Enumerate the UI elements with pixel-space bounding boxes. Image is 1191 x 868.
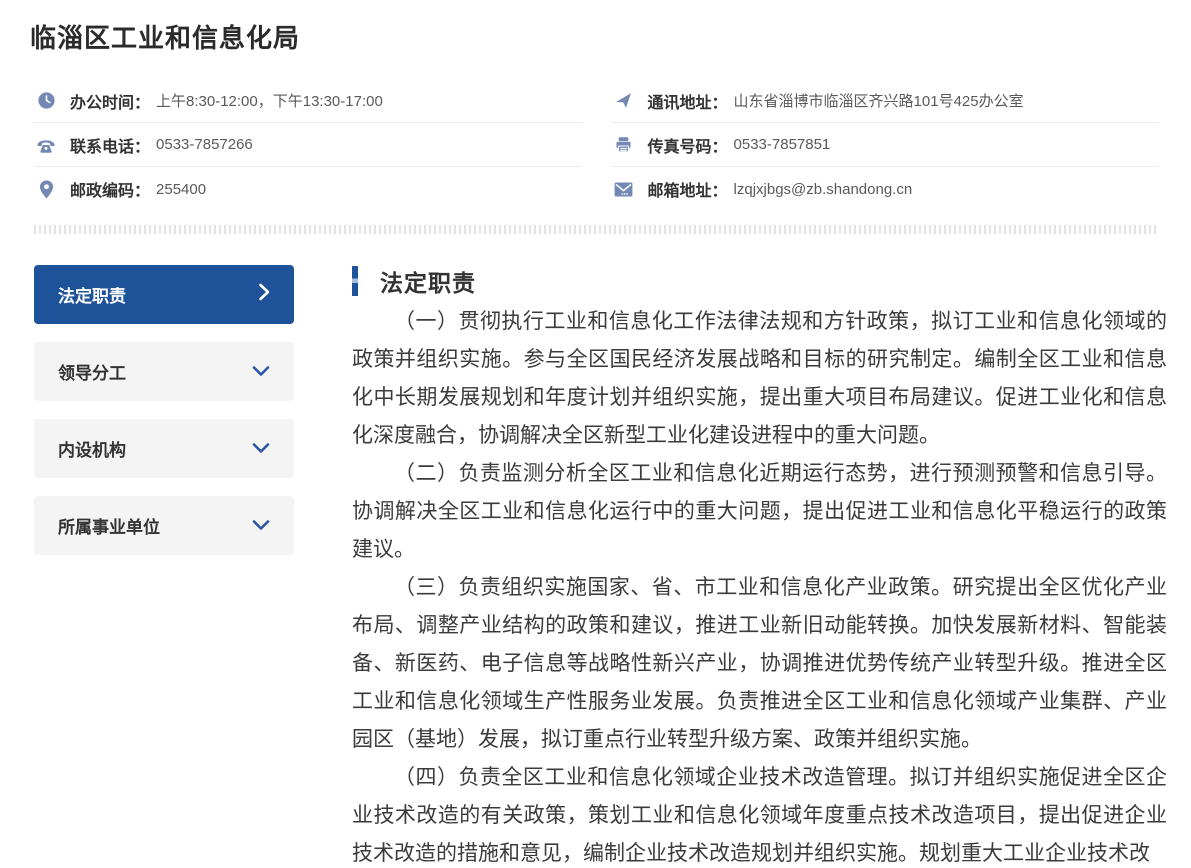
agency-profile-page: 临淄区工业和信息化局 办公时间： 上午8:30-12:00，下午13:30-17… [0,0,1191,868]
fax-icon [612,135,636,154]
sidebar-item-label: 法定职责 [58,282,126,307]
sidebar-item-label: 领导分工 [58,359,126,384]
contact-row-email: 邮箱地址： lzqjxjbgs@zb.shandong.cn [612,167,1160,211]
section-divider [34,225,1159,234]
duty-paragraph: （三）负责组织实施国家、省、市工业和信息化产业政策。研究提出全区优化产业布局、调… [352,568,1167,758]
duty-paragraph: （四）负责全区工业和信息化领域企业技术改造管理。拟订并组织实施促进全区企业技术改… [352,758,1167,868]
contact-value: 上午8:30-12:00，下午13:30-17:00 [156,90,383,111]
sidebar-item-subordinate-institutions[interactable]: 所属事业单位 [34,496,294,555]
duty-paragraph: （二）负责监测分析全区工业和信息化近期运行态势，进行预测预警和信息引导。协调解决… [352,454,1167,568]
content-title: 法定职责 [380,264,476,298]
contact-value: lzqjxjbgs@zb.shandong.cn [734,181,913,198]
sidebar-item-internal-organs[interactable]: 内设机构 [34,419,294,478]
chevron-down-icon [252,362,270,382]
contact-row-mail-address: 通讯地址： 山东省淄博市临淄区齐兴路101号425办公室 [612,79,1160,123]
contact-info-section: 办公时间： 上午8:30-12:00，下午13:30-17:00 通讯地址： 山… [34,79,1159,211]
sidebar-item-label: 所属事业单位 [58,513,160,538]
sidebar-item-legal-duties[interactable]: 法定职责 [34,265,294,324]
contact-value: 0533-7857266 [156,136,253,153]
chevron-down-icon [252,516,270,536]
content-pane: 法定职责 （一）贯彻执行工业和信息化工作法律法规和方针政策，拟订工业和信息化领域… [352,265,1167,868]
navigation-icon [612,91,636,110]
sidebar-item-leadership-division[interactable]: 领导分工 [34,342,294,401]
phone-icon [34,136,58,154]
contact-label: 邮箱地址： [648,177,728,201]
chevron-down-icon [252,439,270,459]
contact-label: 通讯地址： [648,89,728,113]
content-body: （一）贯彻执行工业和信息化工作法律法规和方针政策，拟订工业和信息化领域的政策并组… [352,302,1167,868]
contact-row-office-hours: 办公时间： 上午8:30-12:00，下午13:30-17:00 [34,79,582,123]
content-heading: 法定职责 [352,265,1167,297]
location-pin-icon [34,180,58,199]
contact-row-postal-code: 邮政编码： 255400 [34,167,582,211]
clock-icon [34,91,58,110]
sidebar: 法定职责 领导分工 内设机构 所属事业单位 [34,265,294,868]
contact-label: 邮政编码： [70,177,150,201]
contact-row-fax: 传真号码： 0533-7857851 [612,123,1160,167]
main-area: 法定职责 领导分工 内设机构 所属事业单位 [0,265,1191,868]
contact-value: 山东省淄博市临淄区齐兴路101号425办公室 [734,90,1024,111]
contact-label: 联系电话： [70,133,150,157]
chevron-right-icon [258,283,270,306]
sidebar-item-label: 内设机构 [58,436,126,461]
contact-row-phone: 联系电话： 0533-7857266 [34,123,582,167]
page-title: 临淄区工业和信息化局 [0,0,1191,55]
contact-label: 办公时间： [70,89,150,113]
contact-value: 0533-7857851 [734,136,831,153]
contact-value: 255400 [156,181,206,198]
duty-paragraph: （一）贯彻执行工业和信息化工作法律法规和方针政策，拟订工业和信息化领域的政策并组… [352,302,1167,454]
mail-icon [612,182,636,197]
heading-accent-bar [352,266,358,296]
contact-label: 传真号码： [648,133,728,157]
